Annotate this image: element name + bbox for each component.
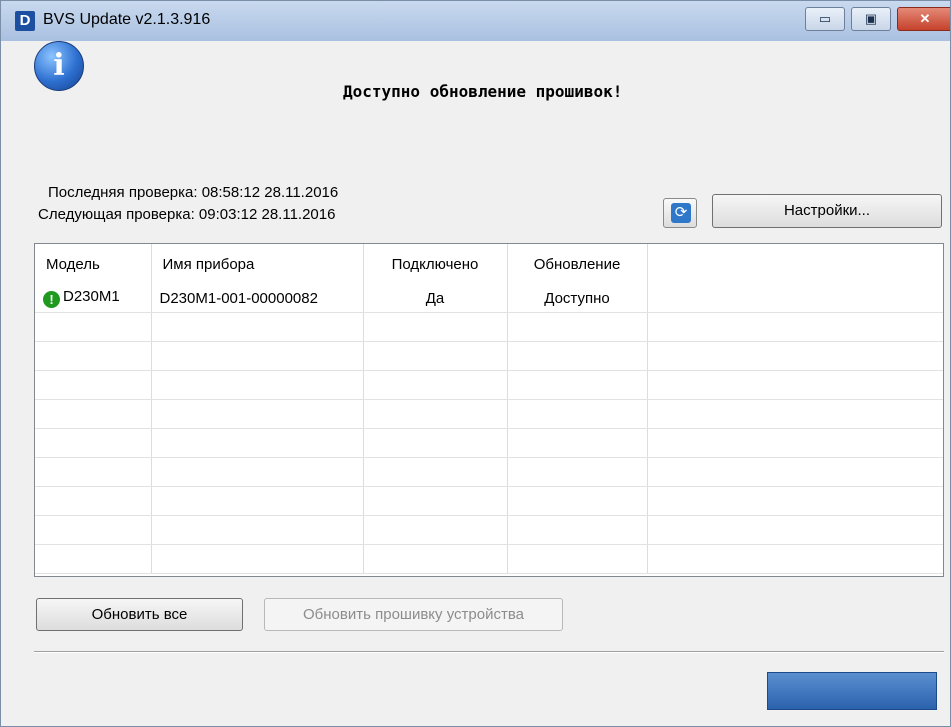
cell-connected: Да	[363, 284, 508, 313]
table-header-row: Модель Имя прибора Подключено Обновление	[35, 244, 943, 284]
next-check-text: Следующая проверка: 09:03:12 28.11.2016	[38, 206, 336, 223]
minimize-button[interactable]: ▭	[805, 7, 845, 31]
title-bar[interactable]: D BVS Update v2.1.3.916 ▭ ▣ ✕	[1, 1, 950, 41]
divider	[34, 651, 944, 653]
app-icon: D	[15, 11, 35, 31]
refresh-button[interactable]: ⟳	[663, 198, 697, 228]
table-row	[35, 399, 943, 429]
table-row	[35, 457, 943, 487]
close-button[interactable]: ✕	[897, 7, 950, 31]
devices-table[interactable]: Модель Имя прибора Подключено Обновление…	[34, 243, 944, 577]
column-header-connected[interactable]: Подключено	[363, 244, 508, 284]
column-header-device-name[interactable]: Имя прибора	[151, 244, 364, 284]
settings-button[interactable]: Настройки...	[712, 194, 942, 228]
table-row	[35, 515, 943, 545]
cell-update: Доступно	[507, 284, 648, 313]
window-title: BVS Update v2.1.3.916	[43, 11, 211, 28]
info-icon: i	[34, 41, 84, 91]
table-row	[35, 428, 943, 458]
model-value: D230M1	[63, 288, 120, 305]
maximize-button[interactable]: ▣	[851, 7, 891, 31]
app-window: D BVS Update v2.1.3.916 ▭ ▣ ✕ i Доступно…	[0, 0, 951, 727]
warning-icon: !	[43, 291, 60, 308]
cell-model: ! D230M1	[35, 284, 152, 313]
update-all-button[interactable]: Обновить все	[36, 598, 243, 631]
column-header-model[interactable]: Модель	[35, 244, 152, 284]
cell-device-name: D230M1-001-00000082	[151, 284, 364, 313]
cell-empty	[647, 284, 943, 313]
table-row[interactable]: ! D230M1 D230M1-001-00000082 Да Доступно	[35, 284, 943, 313]
table-row	[35, 544, 943, 574]
column-header-update[interactable]: Обновление	[507, 244, 648, 284]
table-row	[35, 370, 943, 400]
table-row	[35, 486, 943, 516]
dors-logo	[767, 672, 937, 710]
refresh-icon: ⟳	[671, 203, 691, 223]
last-check-text: Последняя проверка: 08:58:12 28.11.2016	[48, 184, 339, 201]
table-row	[35, 312, 943, 342]
table-row	[35, 341, 943, 371]
update-available-headline: Доступно обновление прошивок!	[343, 82, 623, 101]
update-device-firmware-button[interactable]: Обновить прошивку устройства	[264, 598, 563, 631]
column-header-empty	[647, 244, 943, 284]
